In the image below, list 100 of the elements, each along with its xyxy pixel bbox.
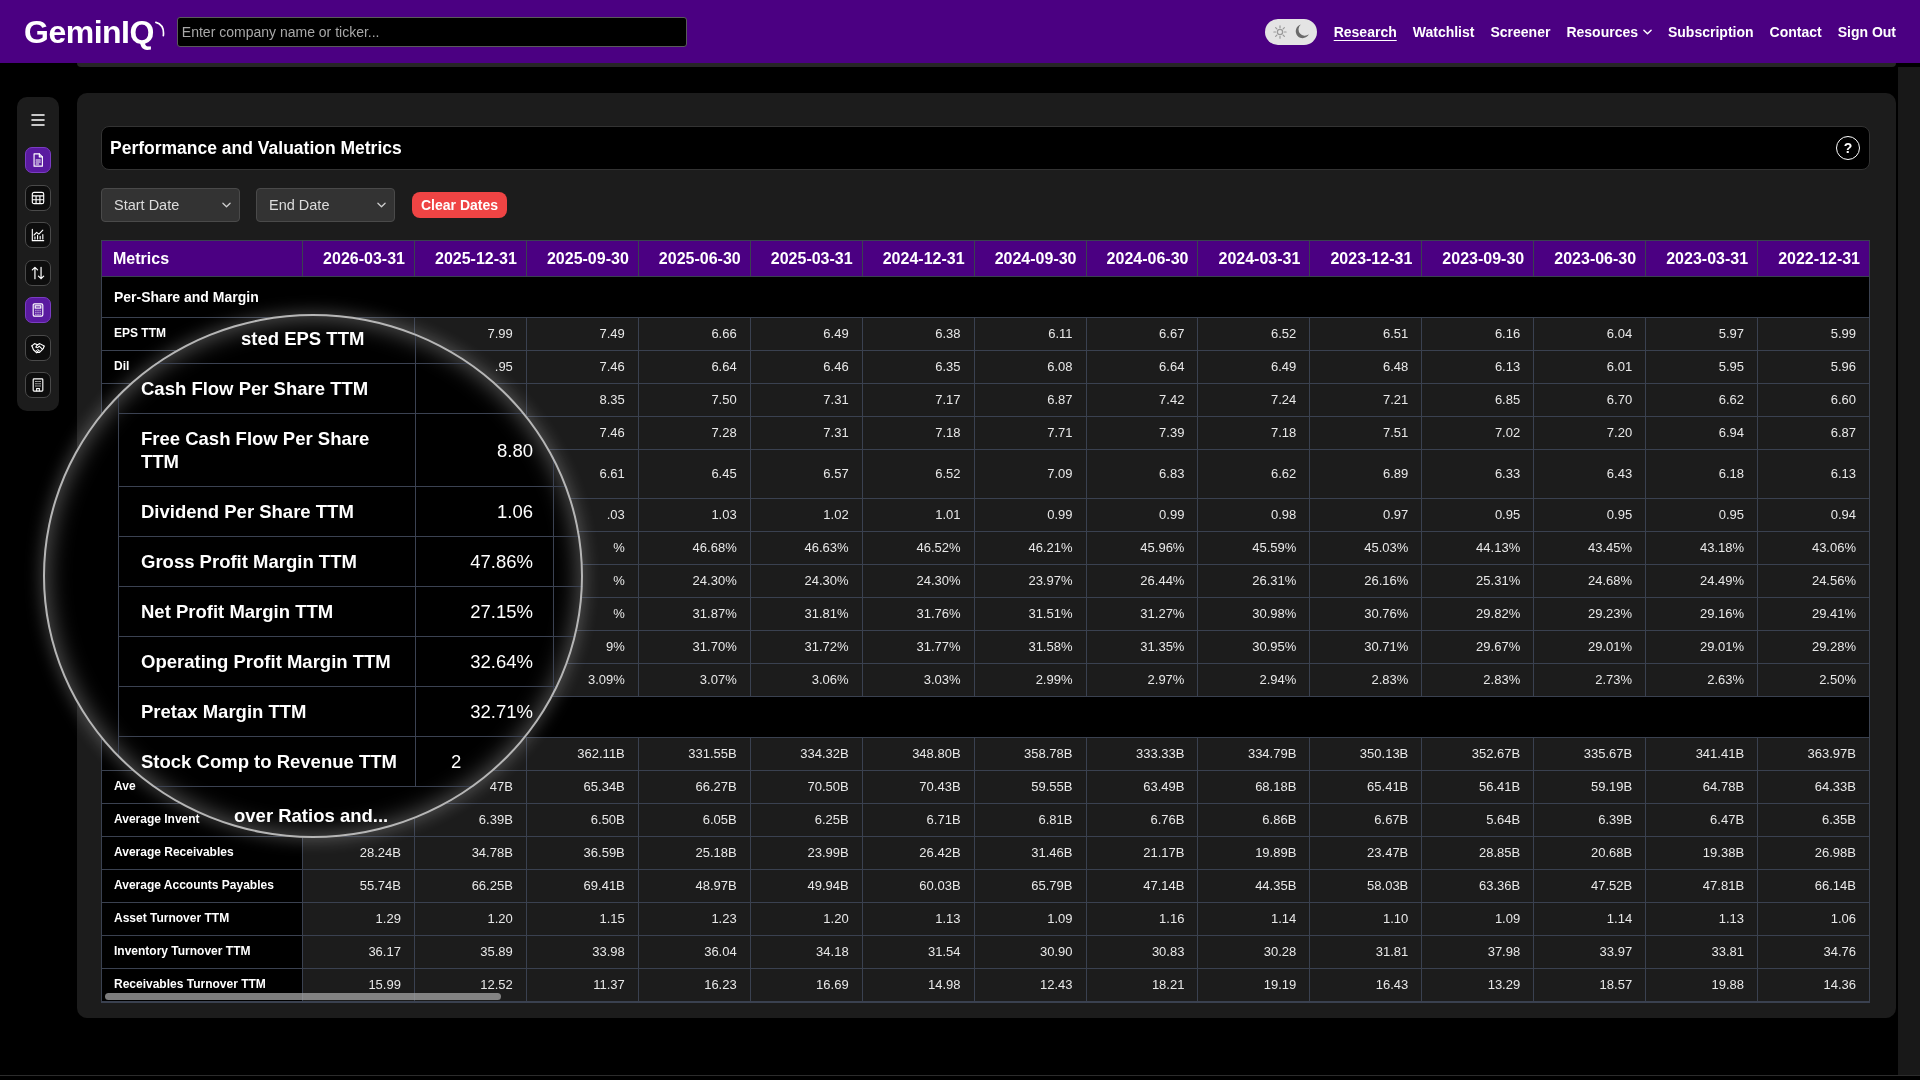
nav-link[interactable]: Screener — [1490, 22, 1551, 41]
metric-value: 18.21 — [1151, 977, 1185, 993]
caret-icon — [1643, 28, 1652, 35]
column-header: 2025-12-31 — [413, 241, 526, 276]
metric-value: 31.87% — [692, 606, 737, 622]
metric-value: 1.02 — [823, 507, 849, 523]
metric-value: 20.68B — [1590, 845, 1633, 861]
nav-link[interactable]: Research — [1333, 22, 1397, 41]
metric-value: 6.04 — [1606, 326, 1633, 342]
nav-link[interactable]: Watchlist — [1412, 22, 1475, 41]
metric-value: 63.36B — [1479, 878, 1521, 894]
metric-value: 31.35% — [1140, 639, 1185, 655]
metric-value: 6.01 — [1606, 359, 1633, 375]
column-header: 2023-03-31 — [1645, 241, 1758, 276]
metric-value: 36.59B — [583, 845, 625, 861]
date-select[interactable]: Start Date — [101, 188, 240, 222]
sidebar-button[interactable] — [25, 147, 51, 173]
metric-value: 30.28 — [1263, 944, 1297, 960]
metric-value: 3.09% — [587, 672, 625, 688]
metric-value: 1.20 — [823, 911, 849, 927]
metric-value: 32.71% — [470, 700, 533, 723]
metric-value: 7.51 — [1382, 425, 1409, 441]
column-header: 2024-06-30 — [1085, 241, 1198, 276]
metric-value: 6.64 — [711, 359, 737, 375]
metric-value: 6.57 — [823, 466, 849, 482]
chart-icon — [31, 228, 45, 242]
help-button[interactable]: ? — [1836, 136, 1860, 160]
scrollbar-thumb[interactable] — [105, 993, 501, 1000]
metric-value: 46.68% — [692, 540, 737, 556]
metric-value: 6.33 — [1494, 466, 1521, 482]
sidebar-button[interactable] — [25, 184, 51, 211]
metric-value: 6.43 — [1606, 466, 1633, 482]
calculator-icon — [31, 303, 45, 317]
metric-value: 9% — [606, 639, 625, 655]
sidebar-button[interactable] — [25, 259, 51, 286]
metric-value: 27.15% — [470, 600, 533, 623]
metric-value: 6.25B — [814, 812, 849, 828]
metric-value: 33.81 — [1711, 944, 1745, 960]
metric-value: 34.18 — [816, 944, 849, 960]
metric-value: 5.95 — [1718, 359, 1745, 375]
metric-value: 7.24 — [1271, 392, 1297, 408]
metric-value: % — [613, 606, 625, 622]
metric-value: 6.35 — [935, 359, 961, 375]
metric-value: .95 — [494, 359, 513, 375]
metric-value: 6.38 — [935, 326, 961, 342]
metric-value: 29.23% — [1588, 606, 1633, 622]
metric-value: 2.73% — [1595, 672, 1633, 688]
logo[interactable]: GeminIQ — [24, 15, 154, 48]
metric-value: 334.79B — [1247, 746, 1297, 762]
metric-value: 6.11 — [1048, 326, 1073, 342]
metric-name: Asset Turnover TTM — [114, 912, 230, 926]
metric-value: 0.95 — [1718, 507, 1745, 523]
metric-value: 68.18B — [1255, 779, 1297, 795]
metric-value: 11.37 — [593, 977, 625, 993]
metric-value: 59.19B — [1590, 779, 1633, 795]
column-header: 2024-03-31 — [1197, 241, 1310, 276]
moon-icon — [1293, 23, 1311, 40]
date-select[interactable]: End Date — [256, 188, 395, 222]
metric-value: 36.04 — [704, 944, 737, 960]
metric-value: 6.13 — [1494, 359, 1521, 375]
metric-value: 70.43B — [919, 779, 961, 795]
sun-icon — [1272, 24, 1287, 39]
nav-link[interactable]: Resources — [1566, 22, 1652, 41]
metric-value: 0.98 — [1271, 507, 1297, 523]
nav-link[interactable]: Contact — [1769, 22, 1822, 41]
sidebar-button[interactable] — [25, 334, 51, 361]
sidebar-button[interactable] — [25, 222, 51, 248]
metric-value: 26.42B — [919, 845, 961, 861]
metric-value: 2.97% — [1147, 672, 1185, 688]
metric-value: 1.16 — [1159, 911, 1185, 927]
metric-value: 2.83% — [1371, 672, 1409, 688]
nav-link[interactable]: Subscription — [1668, 22, 1754, 41]
metric-name: Dil — [114, 360, 130, 374]
metric-value: 30.98% — [1252, 606, 1297, 622]
metric-value: 7.99 — [487, 326, 513, 342]
theme-toggle[interactable] — [1264, 18, 1317, 45]
metric-value: 43.18% — [1699, 540, 1745, 556]
metric-name: Average Accounts Payables — [114, 879, 274, 893]
metric-value: 334.32B — [800, 746, 849, 762]
metric-value: 0.95 — [1494, 507, 1521, 523]
sidebar-button[interactable] — [25, 372, 51, 398]
clear-dates-button[interactable]: Clear Dates — [412, 192, 508, 218]
metric-value: 1.06 — [497, 500, 533, 523]
column-header: 2025-09-30 — [525, 241, 638, 276]
search-field[interactable]: Enter company name or ticker... — [176, 16, 687, 47]
sidebar-button[interactable] — [25, 297, 51, 323]
metric-value: 46.63% — [804, 540, 849, 556]
metric-value: 70.50B — [807, 779, 849, 795]
column-header: 2024-12-31 — [861, 241, 974, 276]
metric-value: 31.58% — [1028, 639, 1073, 655]
metric-name: Net Profit Margin TTM — [141, 600, 334, 623]
metric-value: 14.36 — [1823, 977, 1856, 993]
column-header: 2022-12-31 — [1757, 241, 1869, 276]
nav-link[interactable]: Sign Out — [1837, 22, 1896, 41]
metric-value: 5.64B — [1486, 812, 1521, 828]
metric-value: 7.46 — [599, 359, 625, 375]
metric-value: 6.45 — [711, 466, 737, 482]
metric-value: 47.86% — [470, 550, 533, 573]
metric-value: 7.49 — [599, 326, 625, 342]
metric-value: 23.47B — [1367, 845, 1409, 861]
